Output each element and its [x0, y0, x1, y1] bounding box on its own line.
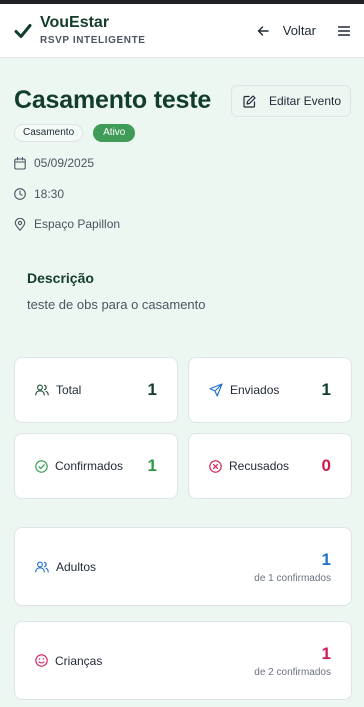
- stat-sent-value: 1: [321, 380, 331, 399]
- description-text: teste de obs para o casamento: [27, 297, 206, 312]
- children-card: Crianças 1 de 2 confirmados: [14, 621, 352, 700]
- event-time: 18:30: [14, 187, 64, 201]
- arrow-left-icon: [257, 25, 269, 36]
- adults-value: 1: [321, 549, 331, 569]
- menu-button[interactable]: [338, 25, 350, 36]
- adults-label: Adultos: [56, 559, 97, 574]
- stat-confirmed-label: Confirmados: [55, 459, 124, 473]
- stat-card-total: Total 1: [14, 357, 178, 423]
- children-label: Crianças: [55, 653, 103, 668]
- users-icon: [35, 384, 49, 396]
- smile-icon: [35, 654, 48, 667]
- stat-total-label: Total: [56, 383, 82, 397]
- check-logo-icon: [14, 21, 34, 41]
- brand[interactable]: VouEstar RSVP INTELIGENTE: [40, 14, 146, 48]
- status-badge: Ativo: [93, 124, 136, 142]
- users-icon: [35, 561, 49, 573]
- map-pin-icon: [14, 217, 26, 231]
- brand-subtitle: RSVP INTELIGENTE: [40, 34, 146, 46]
- stat-card-confirmed: Confirmados 1: [14, 433, 178, 499]
- adults-card: Adultos 1 de 1 confirmados: [14, 527, 352, 606]
- x-circle-icon: [209, 459, 222, 473]
- stat-refused-value: 0: [321, 456, 331, 475]
- edit-icon: [243, 94, 256, 108]
- event-tags: Casamento Ativo: [14, 124, 136, 142]
- stat-sent-label: Enviados: [230, 383, 280, 397]
- calendar-icon: [14, 156, 26, 170]
- back-label: Voltar: [282, 23, 316, 38]
- event-location-text: Espaço Papillon: [34, 217, 121, 231]
- adults-subtext: de 1 confirmados: [254, 572, 331, 584]
- send-icon: [209, 383, 223, 397]
- clock-icon: [14, 188, 26, 200]
- edit-event-label: Editar Evento: [269, 94, 342, 108]
- stat-card-refused: Recusados 0: [188, 433, 352, 499]
- event-date-text: 05/09/2025: [34, 156, 95, 170]
- edit-event-button[interactable]: Editar Evento: [231, 85, 351, 117]
- check-circle-icon: [35, 459, 48, 473]
- hamburger-menu-icon: [338, 25, 350, 36]
- stat-confirmed-value: 1: [147, 456, 157, 475]
- children-subtext: de 2 confirmados: [254, 666, 331, 678]
- event-title: Casamento teste: [14, 86, 212, 114]
- brand-name: VouEstar: [40, 13, 110, 31]
- event-date: 05/09/2025: [14, 156, 94, 170]
- stat-card-sent: Enviados 1: [188, 357, 352, 423]
- children-value: 1: [321, 643, 331, 663]
- event-type-badge: Casamento: [14, 124, 84, 142]
- stat-refused-label: Recusados: [229, 459, 290, 473]
- description-heading: Descrição: [27, 270, 94, 286]
- event-time-text: 18:30: [34, 187, 65, 201]
- back-button[interactable]: Voltar: [257, 23, 316, 38]
- app-header: VouEstar RSVP INTELIGENTE Voltar: [0, 4, 364, 58]
- stat-total-value: 1: [147, 380, 157, 399]
- event-location: Espaço Papillon: [14, 217, 120, 231]
